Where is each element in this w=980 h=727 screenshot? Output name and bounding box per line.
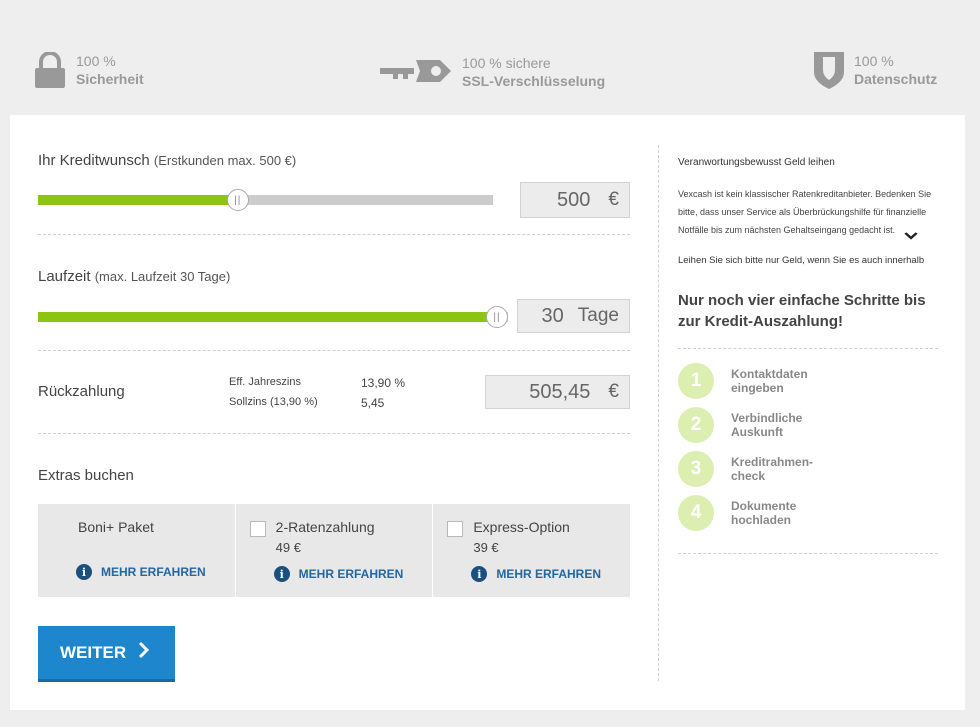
more-info-link[interactable]: i MEHR ERFAHREN	[76, 564, 206, 580]
step-2: 2 Verbindliche Auskunft	[678, 407, 802, 443]
step-label: Verbindliche	[731, 411, 803, 425]
more-info-label: MEHR ERFAHREN	[101, 565, 206, 579]
info-title: Veranwortungsbewusst Geld leihen	[678, 157, 835, 168]
term-subtitle: (max. Laufzeit 30 Tage)	[94, 269, 231, 284]
more-info-label: MEHR ERFAHREN	[496, 567, 602, 581]
trust-privacy: 100 % Datenschutz	[814, 52, 937, 95]
extra-name: 2-Ratenzahlung	[275, 519, 375, 535]
extra-name: Boni+ Paket	[78, 519, 154, 535]
credit-slider-thumb[interactable]: ||	[226, 189, 249, 211]
security-label: Sicherheit	[76, 71, 144, 87]
step-number: 3	[678, 451, 714, 487]
extra-express-option: Express-Option 39 € i MEHR ERFAHREN	[433, 504, 631, 597]
eff-value: 13,90 %	[361, 376, 406, 390]
extra-2-ratenzahlung: 2-Ratenzahlung 49 € i MEHR ERFAHREN	[235, 504, 433, 597]
repayment-title: Rückzahlung	[38, 383, 125, 400]
step-1: 1 Kontaktdaten eingeben	[678, 363, 808, 399]
extra-price: 49 €	[275, 540, 301, 555]
step-label: Auskunft	[731, 425, 783, 439]
trust-security: 100 % Sicherheit	[34, 51, 144, 95]
step-4: 4 Dokumente hochladen	[678, 495, 796, 531]
step-label: eingeben	[731, 381, 784, 395]
trust-bar: 100 % Sicherheit 100 % sichere SSL-Versc…	[0, 0, 980, 115]
step-number: 1	[678, 363, 714, 399]
step-number: 2	[678, 407, 714, 443]
trust-ssl: 100 % sichere SSL-Verschlüsselung	[380, 54, 605, 91]
credit-title: Ihr Kreditwunsch	[38, 152, 150, 169]
divider	[38, 350, 630, 351]
credit-slider-fill	[38, 195, 238, 205]
step-label: Kreditrahmen-	[731, 455, 814, 469]
soll-value: 5,45	[361, 396, 385, 410]
term-slider-thumb[interactable]: ||	[486, 306, 508, 328]
credit-slider[interactable]: ||	[38, 189, 493, 211]
extra-price: 39 €	[473, 540, 499, 555]
more-info-link[interactable]: i MEHR ERFAHREN	[471, 566, 601, 582]
divider	[678, 553, 938, 554]
weiter-button[interactable]: WEITER	[38, 626, 175, 682]
credit-amount-value: 500	[557, 188, 591, 211]
weiter-label: WEITER	[60, 642, 127, 662]
term-heading: Laufzeit (max. Laufzeit 30 Tage)	[38, 268, 230, 285]
step-label: Kontaktdaten	[731, 367, 808, 381]
info-text: Vexcash ist kein klassischer Ratenkredit…	[678, 189, 932, 235]
term-field[interactable]: 30 Tage	[517, 299, 630, 333]
credit-amount-field[interactable]: 500 €	[520, 182, 630, 218]
divider	[38, 433, 630, 434]
privacy-pct: 100 %	[854, 53, 894, 69]
info-icon: i	[76, 564, 92, 580]
step-label: hochladen	[731, 513, 792, 527]
extra-checkbox[interactable]	[249, 521, 266, 537]
info-icon: i	[471, 566, 488, 582]
term-unit: Tage	[577, 305, 619, 326]
step-3: 3 Kreditrahmen-check	[678, 451, 813, 487]
term-value: 30	[541, 304, 564, 327]
extra-checkbox[interactable]	[447, 521, 464, 537]
credit-amount-unit: €	[608, 189, 619, 210]
shield-icon	[814, 52, 844, 95]
extras-title: Extras buchen	[38, 467, 134, 484]
divider	[38, 234, 630, 235]
ssl-pct: 100 % sichere	[462, 55, 551, 71]
term-slider[interactable]: ||	[38, 306, 508, 328]
info-more-text: Leihen Sie sich bitte nur Geld, wenn Sie…	[678, 255, 925, 266]
extras-options: Boni+ Paket i MEHR ERFAHREN 2-Ratenzahlu…	[38, 504, 631, 597]
security-pct: 100 %	[76, 53, 116, 69]
step-label: check	[731, 469, 766, 483]
steps-heading: Nur noch vier einfache Schritte bis zur …	[678, 292, 926, 330]
extra-name: Express-Option	[473, 519, 570, 535]
divider	[678, 348, 938, 349]
info-icon: i	[273, 566, 290, 582]
calculator-card: Ihr Kreditwunsch (Erstkunden max. 500 €)…	[10, 115, 965, 710]
more-info-label: MEHR ERFAHREN	[298, 567, 404, 581]
credit-subtitle: (Erstkunden max. 500 €)	[153, 153, 297, 168]
more-info-link[interactable]: i MEHR ERFAHREN	[273, 566, 404, 582]
chevron-down-icon[interactable]	[904, 232, 918, 243]
repayment-total-value: 505,45	[529, 380, 591, 403]
repayment-total-field: 505,45 €	[485, 375, 630, 409]
column-divider	[658, 145, 659, 681]
chevron-right-icon	[138, 641, 150, 665]
repayment-total-unit: €	[608, 381, 619, 402]
term-slider-fill	[38, 312, 497, 322]
key-icon	[380, 56, 452, 91]
eff-label: Eff. Jahreszins	[229, 376, 301, 388]
soll-label: Sollzins (13,90 %)	[229, 396, 318, 408]
term-title: Laufzeit	[38, 268, 91, 285]
step-number: 4	[678, 495, 714, 531]
credit-heading: Ihr Kreditwunsch (Erstkunden max. 500 €)	[38, 152, 296, 169]
repayment-rates: Eff. Jahreszins 13,90 % Sollzins (13,90 …	[229, 376, 429, 416]
step-label: Dokumente	[731, 499, 797, 513]
ssl-label: SSL-Verschlüsselung	[462, 73, 606, 89]
extra-boni-paket: Boni+ Paket i MEHR ERFAHREN	[38, 504, 235, 597]
privacy-label: Datenschutz	[854, 71, 938, 87]
lock-icon	[34, 51, 66, 95]
